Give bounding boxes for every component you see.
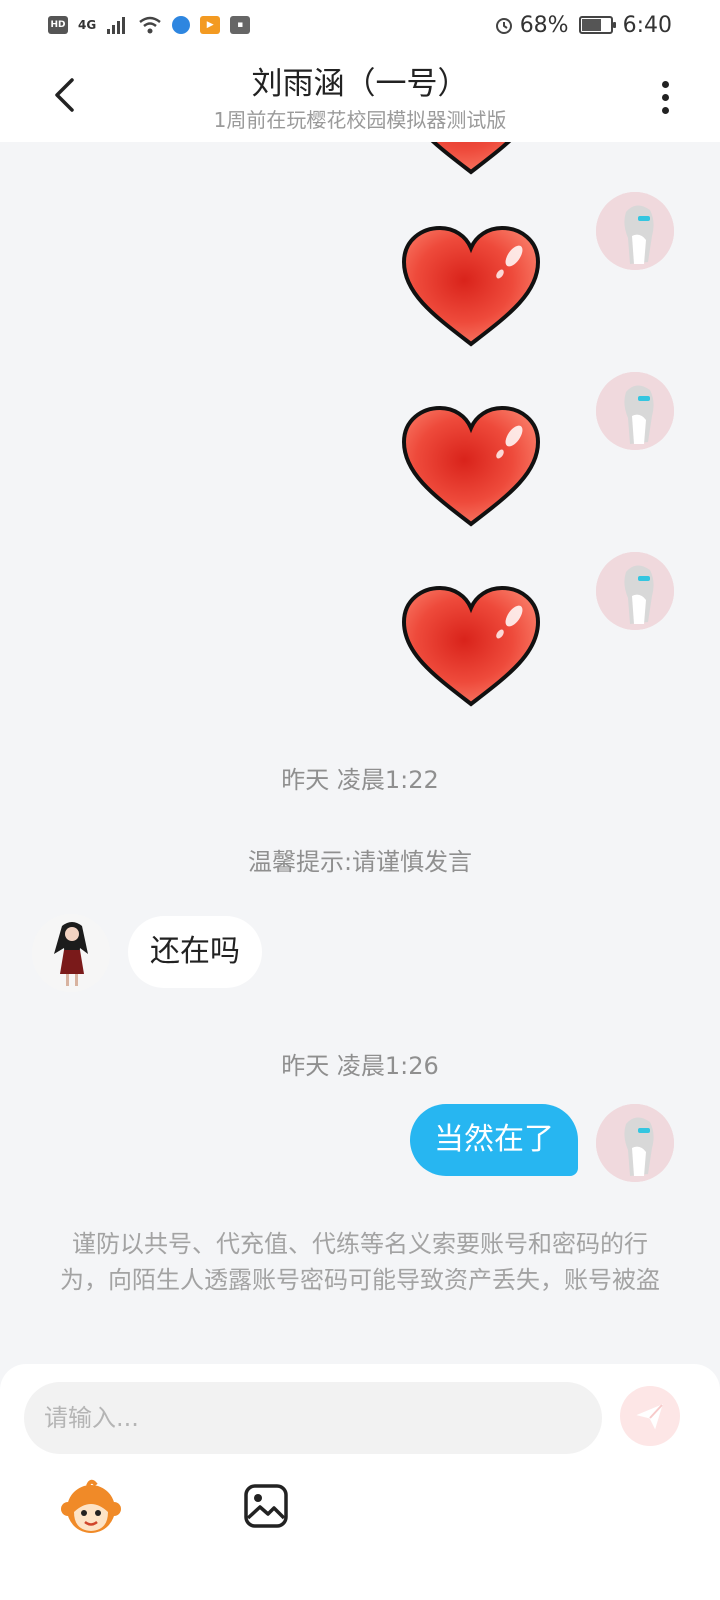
- chat-messages[interactable]: 昨天 凌晨1:22 温馨提示:请谨慎发言 还在吗 昨天 凌晨1:26 当然在了 …: [0, 142, 720, 1392]
- timestamp: 昨天 凌晨1:22: [281, 766, 439, 794]
- heart-sticker: [401, 225, 541, 347]
- status-left-icons: HD 4G ▶ ▪: [48, 15, 251, 35]
- signal-icon: [107, 17, 126, 34]
- outgoing-message-bubble[interactable]: 当然在了: [410, 1104, 578, 1176]
- safety-tip: 温馨提示:请谨慎发言: [247, 848, 473, 876]
- heart-sticker: [401, 585, 541, 707]
- image-icon: [244, 1484, 288, 1528]
- my-avatar[interactable]: [596, 552, 674, 630]
- alarm-icon: [495, 18, 512, 34]
- more-vertical-icon: [661, 80, 669, 88]
- my-avatar[interactable]: [596, 372, 674, 450]
- send-button[interactable]: [620, 1386, 680, 1446]
- input-panel: [0, 1364, 720, 1600]
- more-options-button[interactable]: [650, 72, 680, 122]
- status-right-icons: 68% 6:40: [494, 13, 672, 38]
- network-label: 4G: [78, 18, 97, 32]
- my-avatar[interactable]: [596, 192, 674, 270]
- timestamp: 昨天 凌晨1:26: [281, 1052, 439, 1080]
- send-icon: [636, 1404, 663, 1430]
- clock: 6:40: [622, 12, 672, 38]
- contact-avatar[interactable]: [32, 914, 110, 992]
- status-bar: HD 4G ▶ ▪ 68% 6:40: [0, 0, 720, 50]
- video-app-icon: ▶: [200, 16, 221, 34]
- message-input[interactable]: [24, 1382, 602, 1454]
- monkey-emoji-icon: [61, 1479, 121, 1533]
- heart-sticker: [430, 142, 512, 175]
- app-notification-icon: [172, 16, 191, 34]
- hd-badge: HD: [48, 16, 68, 34]
- emoji-button[interactable]: [60, 1476, 122, 1538]
- huawei-app-icon: ▪: [230, 16, 251, 34]
- page-title: 刘雨涵（一号）: [251, 66, 469, 102]
- image-button[interactable]: [242, 1482, 290, 1530]
- my-avatar[interactable]: [596, 1104, 674, 1182]
- wifi-icon: [139, 16, 161, 34]
- battery-percent: 68%: [519, 12, 569, 38]
- chat-header: 刘雨涵（一号） 1周前在玩樱花校园模拟器测试版: [0, 50, 720, 142]
- battery-icon: [578, 16, 616, 34]
- security-warning: 谨防以共号、代充值、代练等名义索要账号和密码的行为，向陌生人透露账号密码可能导致…: [60, 1230, 660, 1294]
- incoming-message-bubble[interactable]: 还在吗: [128, 916, 262, 988]
- heart-sticker: [401, 405, 541, 527]
- page-subtitle: 1周前在玩樱花校园模拟器测试版: [213, 108, 507, 132]
